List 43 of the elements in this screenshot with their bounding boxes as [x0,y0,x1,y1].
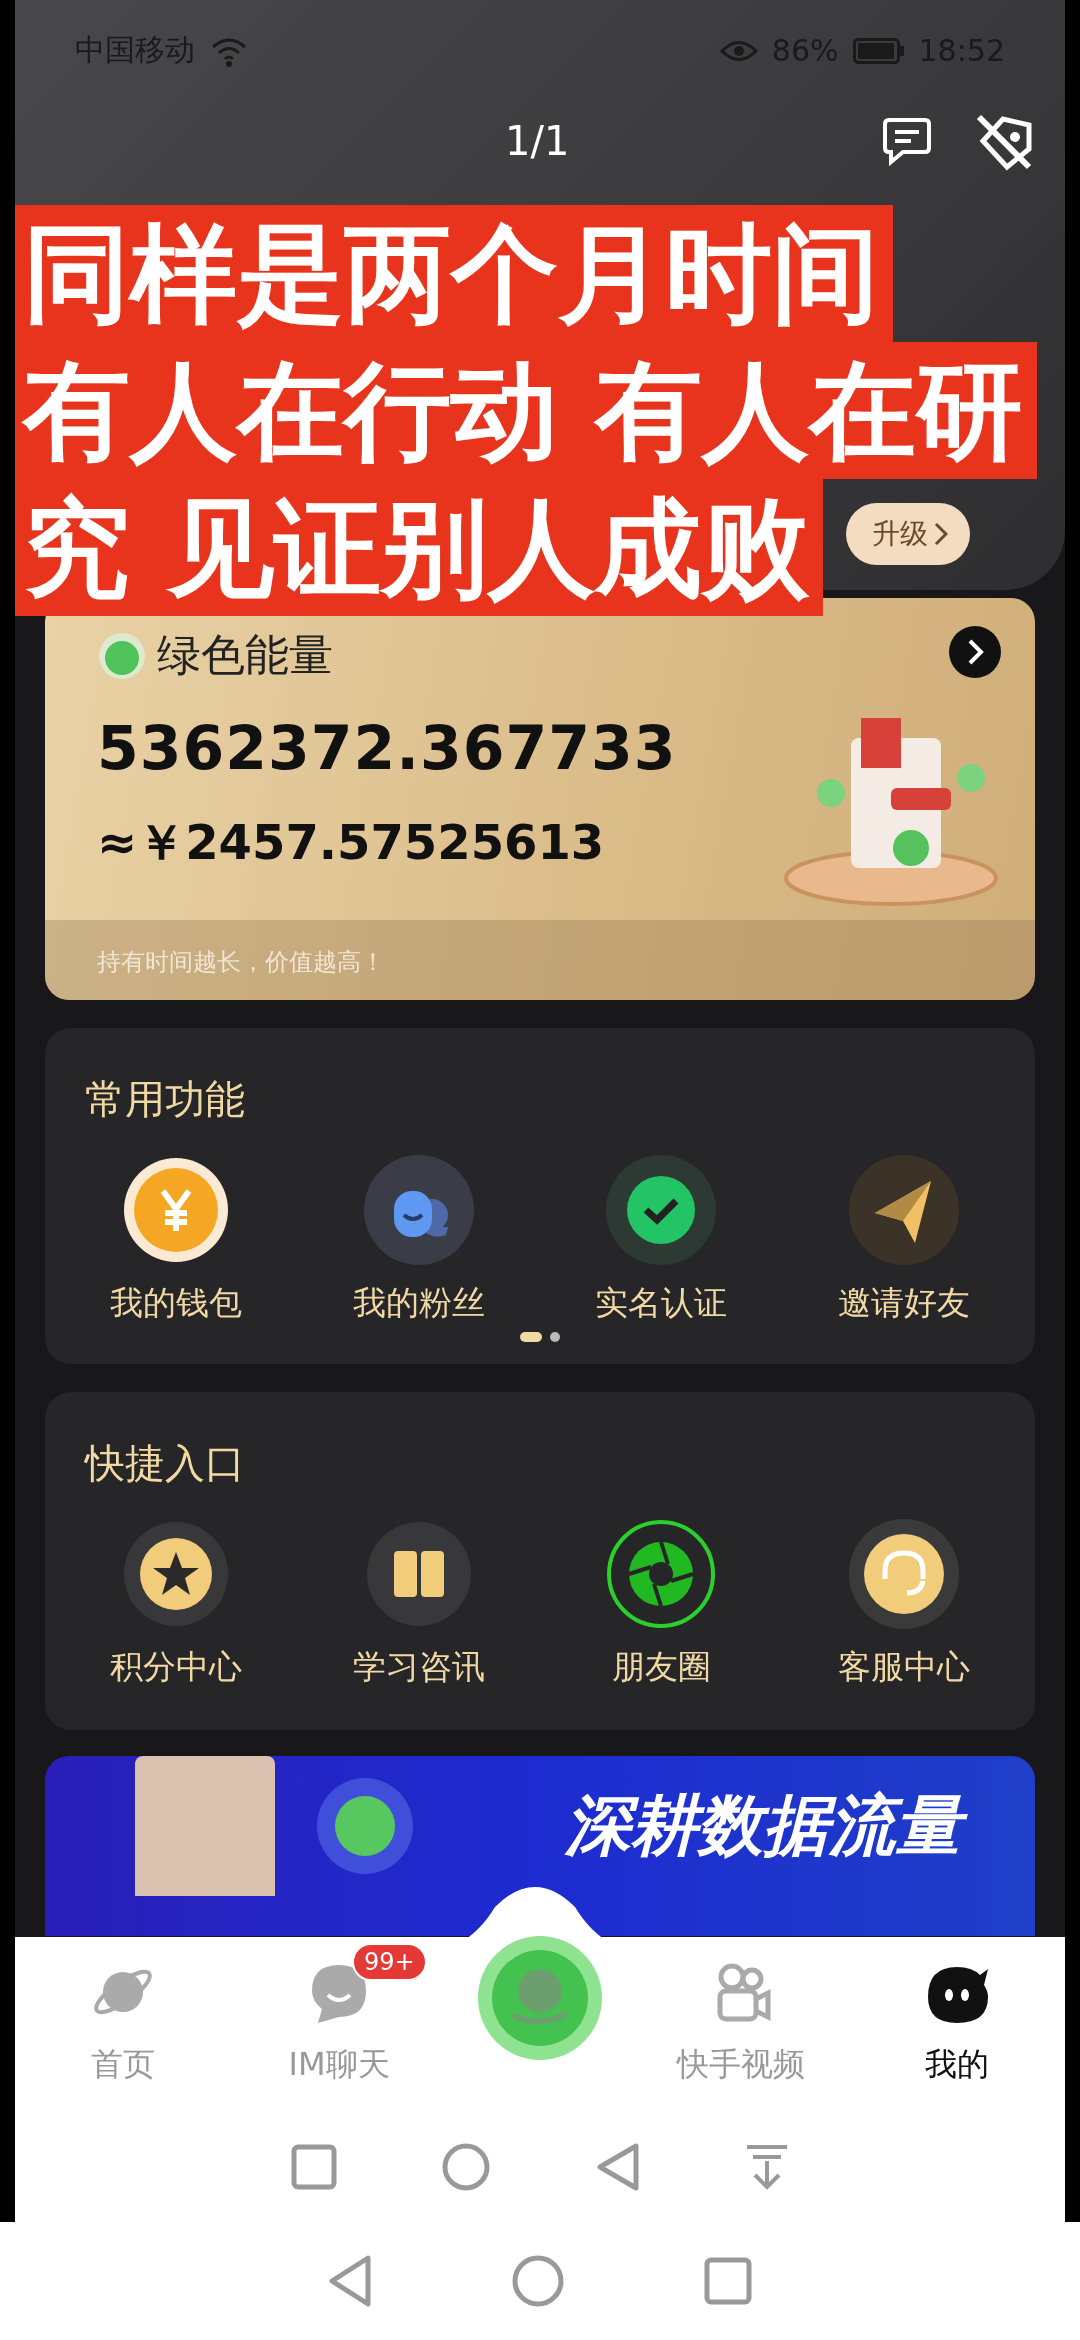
orb-icon [315,1776,415,1876]
back-icon[interactable] [595,2143,640,2191]
tab-item[interactable]: IM聊天 99+ [234,1943,444,2112]
energy-amount: 5362372.367733 [97,713,677,783]
back-icon[interactable] [328,2255,372,2307]
shortcut-item[interactable]: 邀请好友 [782,1155,1025,1326]
energy-value: ≈￥2457.57525613 [97,813,606,872]
recent-apps-icon[interactable] [704,2257,752,2305]
square-icon[interactable] [290,2144,337,2190]
shortcut-item[interactable]: 实名认证 [540,1155,783,1326]
card-note: 持有时间越长，价值越高！ [45,920,1035,1000]
sphere-icon [97,630,147,681]
comment-icon[interactable] [881,116,933,166]
section-title: 快捷入口 [83,1439,246,1488]
section-title: 常用功能 [84,1075,246,1124]
arrow-right-icon[interactable] [949,626,1001,678]
caption-text: 同样是两个月时间 [15,205,893,342]
caption-text: 有人在行动 有人在研 [15,342,1038,479]
energy-title: 绿色能量 [157,628,333,682]
promo-banner[interactable]: 深耕数据流量 [45,1756,1035,1936]
battery-icon [852,37,905,64]
banner-headline: 深耕数据流量 [551,1781,975,1871]
shortcut-item[interactable]: 客服中心 [782,1519,1025,1690]
page-counter: 1/1 [505,118,570,164]
fans-icon [363,1155,474,1265]
shortcut-item[interactable]: 积分中心 [55,1519,298,1690]
moments-icon [606,1519,717,1629]
verify-icon [606,1155,717,1265]
tab-item[interactable]: 我的 [852,1943,1062,2112]
shortcut-item[interactable]: 学习咨讯 [297,1519,540,1690]
circle-icon[interactable] [442,2143,491,2191]
upgrade-button[interactable]: 升级 [846,503,970,565]
shortcut-item[interactable]: 我的粉丝 [297,1155,540,1326]
download-icon[interactable] [745,2143,790,2191]
page-dot[interactable] [550,1332,560,1342]
shortcut-item[interactable]: 我的钱包 [55,1155,298,1326]
notification-badge: 99+ [352,1943,427,1981]
shortcut-item[interactable]: 朋友圈 [540,1519,783,1690]
coin-icon[interactable] [475,1933,605,2063]
chevron-right-icon [934,522,948,546]
caption-text: 究 见证别人成败 [15,479,824,616]
home-icon[interactable] [512,2255,564,2307]
invite-icon [848,1155,959,1265]
